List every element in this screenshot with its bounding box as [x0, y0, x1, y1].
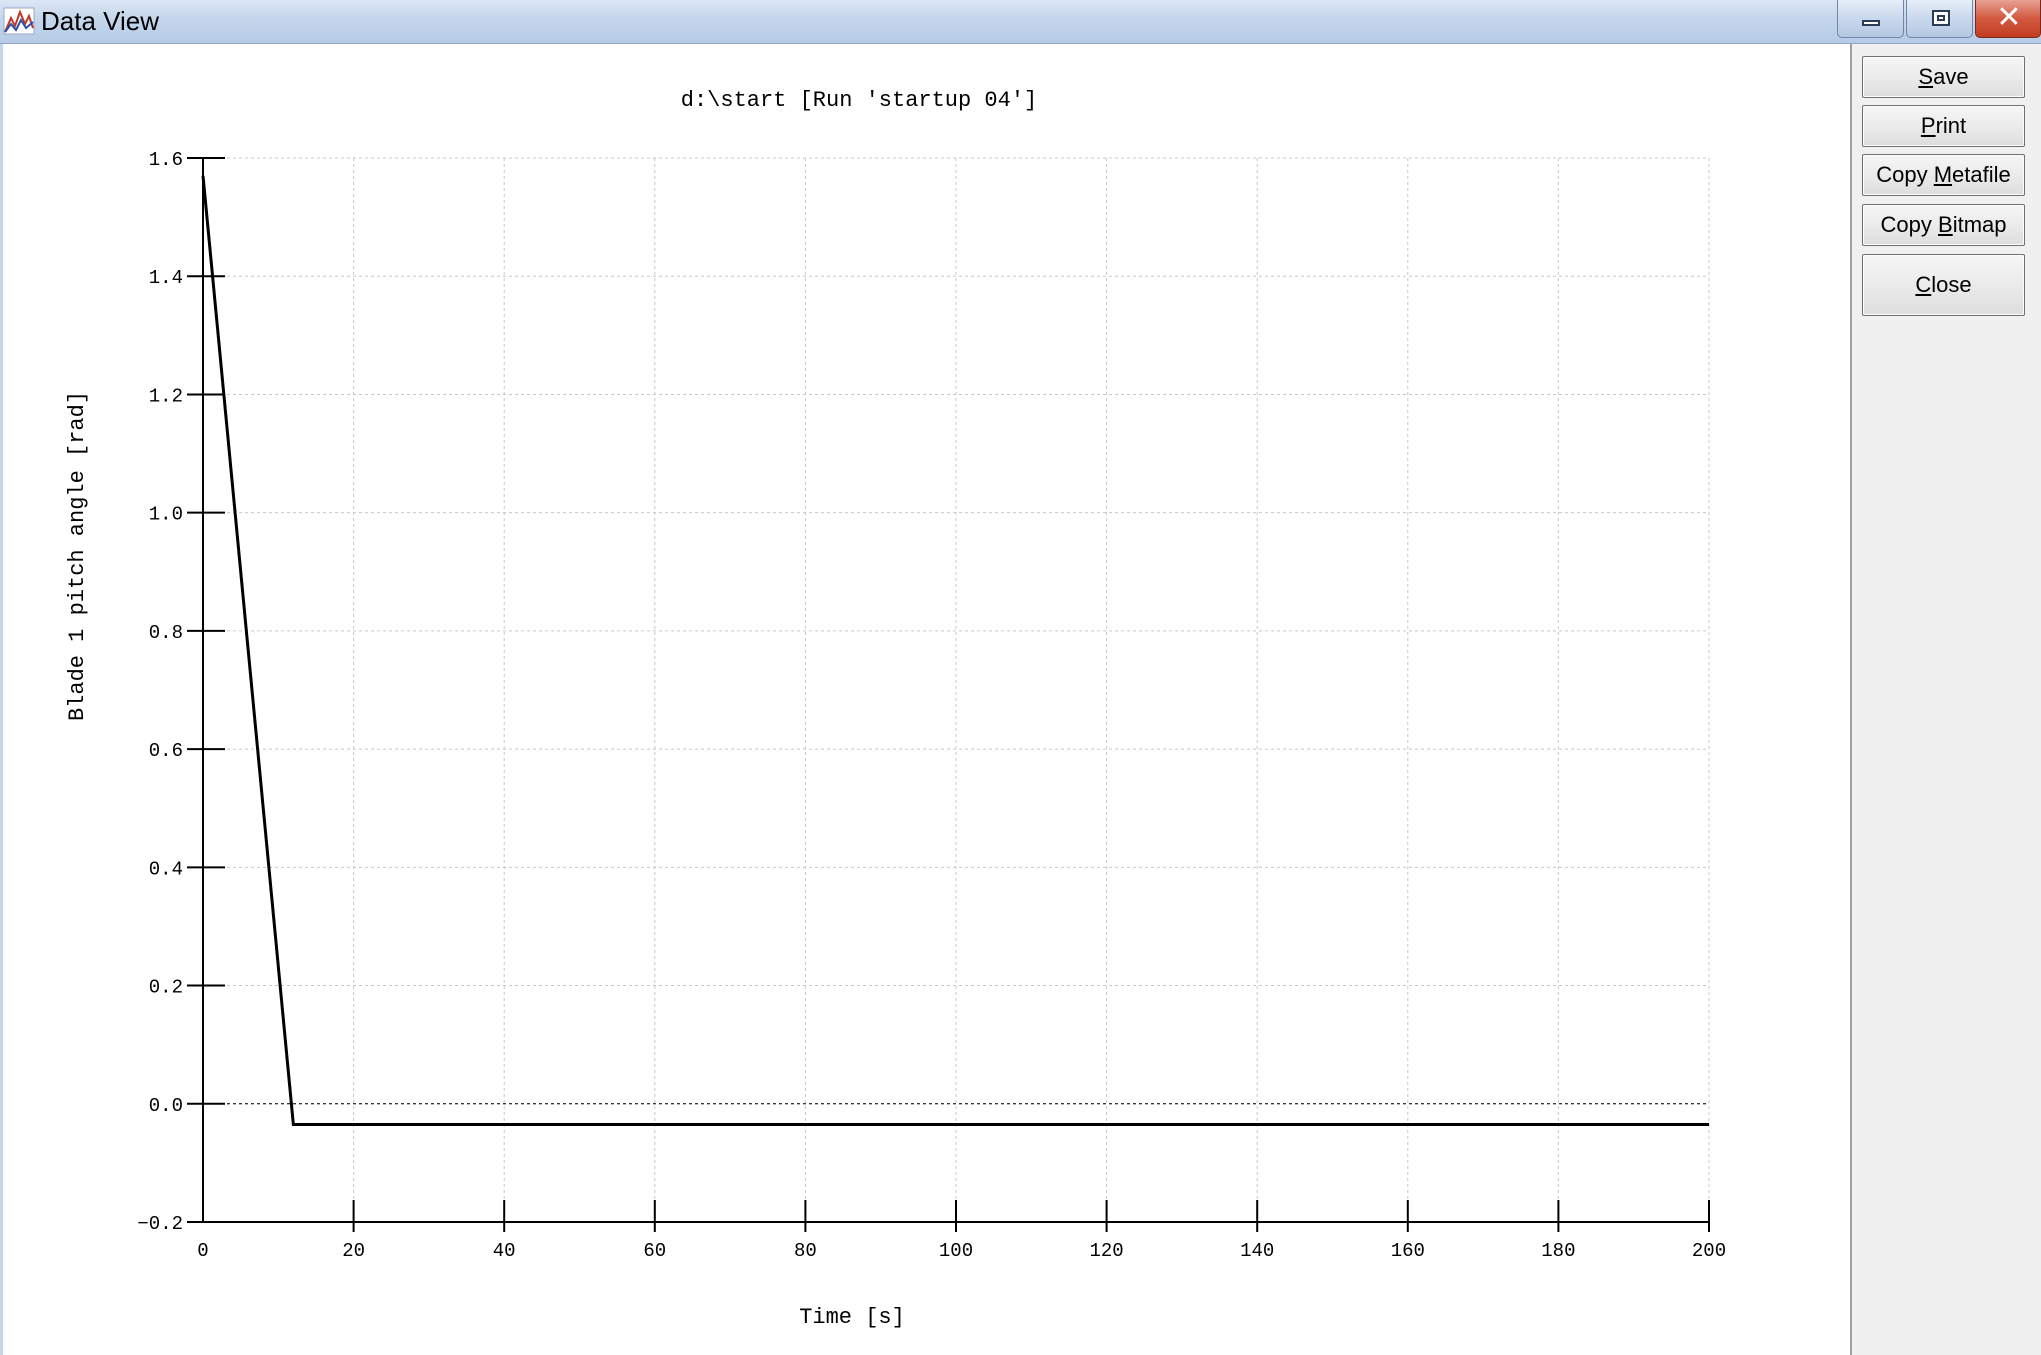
side-panel: Save Print Copy Metafile Copy Bitmap Clo… [1850, 44, 2041, 1355]
x-tick-label: 160 [1391, 1240, 1425, 1262]
x-tick-label: 80 [794, 1240, 817, 1262]
y-tick-label: 0.4 [149, 858, 183, 880]
x-tick-label: 100 [939, 1240, 973, 1262]
y-tick-label: −0.2 [137, 1213, 183, 1235]
x-tick-label: 20 [342, 1240, 365, 1262]
copy-metafile-button[interactable]: Copy Metafile [1862, 154, 2025, 196]
y-tick-label: 1.2 [149, 385, 183, 407]
axes [202, 158, 1709, 1223]
minimize-icon [1862, 20, 1880, 26]
y-tick-label: 0.8 [149, 622, 183, 644]
y-axis-label: Blade 1 pitch angle [rad] [65, 391, 90, 721]
window-close-button[interactable]: ✕ [1975, 0, 2041, 38]
x-tick-label: 120 [1089, 1240, 1123, 1262]
y-tick-label: 0.2 [149, 977, 183, 999]
maximize-icon [1932, 10, 1950, 26]
chart-app-icon [3, 7, 35, 35]
x-tick-label: 0 [197, 1240, 208, 1262]
grid [203, 157, 1710, 1222]
x-tick-label: 180 [1541, 1240, 1575, 1262]
y-tick-label: 1.6 [149, 149, 183, 171]
print-button[interactable]: Print [1862, 105, 2025, 147]
x-tick-label: 60 [643, 1240, 666, 1262]
save-button[interactable]: Save [1862, 56, 2025, 98]
maximize-button[interactable] [1906, 0, 1973, 38]
chart: −0.2 0.0 0.2 0.4 0.6 0.8 1.0 1.2 1.4 1.6 0 20 40 60 80… [65, 88, 1726, 1330]
minimize-button[interactable] [1837, 0, 1904, 38]
y-tick-label: 0.0 [149, 1095, 183, 1117]
close-icon: ✕ [1996, 0, 2022, 35]
x-axis-label: Time [s] [799, 1305, 905, 1330]
title-bar[interactable]: Data View ✕ [0, 0, 2041, 44]
y-tick-label: 1.4 [149, 267, 183, 289]
x-tick-label: 140 [1240, 1240, 1274, 1262]
chart-title: d:\start [Run 'startup 04'] [681, 88, 1037, 113]
copy-bitmap-button[interactable]: Copy Bitmap [1862, 204, 2025, 246]
x-tick-label: 200 [1692, 1240, 1726, 1262]
x-tick-label: 40 [493, 1240, 516, 1262]
close-button[interactable]: Close [1862, 254, 2025, 316]
y-tick-label: 0.6 [149, 740, 183, 762]
y-tick-label: 1.0 [149, 504, 183, 526]
ticks: −0.2 0.0 0.2 0.4 0.6 0.8 1.0 1.2 1.4 1.6 0 20 40 60 80… [137, 149, 1726, 1262]
window-title: Data View [41, 6, 160, 36]
plot-area: −0.2 0.0 0.2 0.4 0.6 0.8 1.0 1.2 1.4 1.6 0 20 40 60 80… [3, 44, 1850, 1355]
